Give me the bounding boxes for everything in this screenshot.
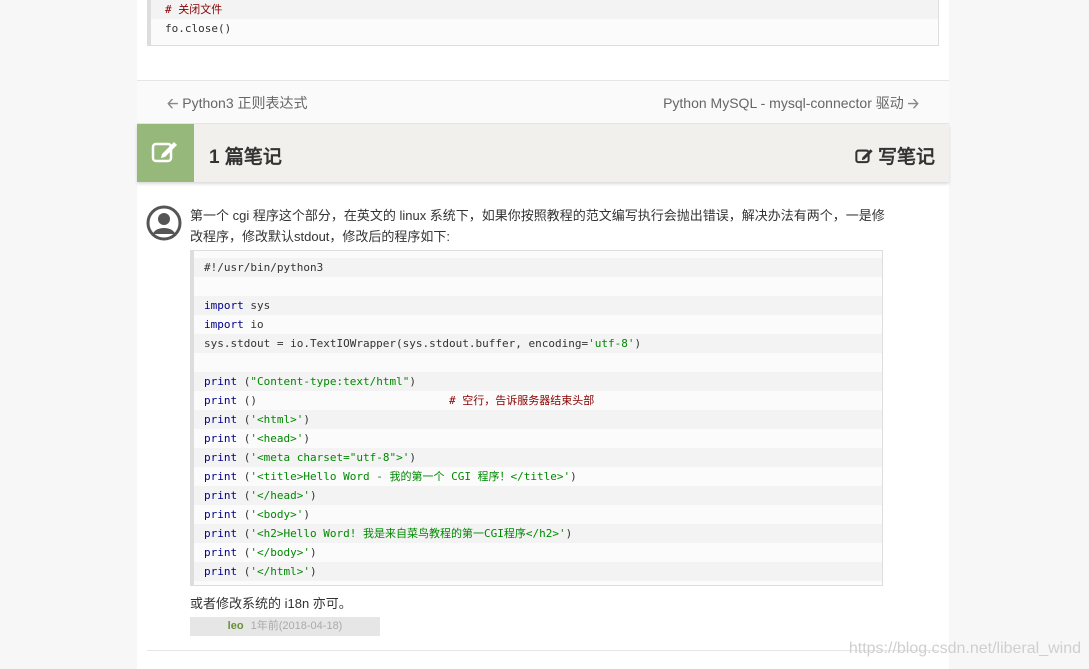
top-code-block: # 关闭文件 fo.close() (147, 0, 939, 46)
code-token: ( (237, 375, 251, 388)
code-token: sys (243, 299, 271, 312)
code-token: '<title>Hello Word - 我的第一个 CGI 程序！</titl… (250, 470, 571, 483)
code-token: print (204, 489, 238, 502)
code-token: ) (570, 470, 577, 483)
code-token: ( (237, 451, 251, 464)
code-token: '</head>' (250, 489, 310, 502)
code-token: ) (565, 527, 573, 540)
prev-article-link[interactable]: 🡠 Python3 正则表达式 (167, 93, 308, 117)
note-time-ago: 1年前 (250, 620, 279, 632)
notes-icon-box (137, 124, 194, 182)
code-line: print () # 空行，告诉服务器结束头部 (194, 391, 882, 410)
code-line: import sys (194, 296, 882, 315)
code-token: print (204, 546, 238, 559)
next-article-link[interactable]: Python MySQL - mysql-connector 驱动 🡢 (663, 93, 919, 117)
note-after-text: 或者修改系统的 i18n 亦可。 (190, 596, 352, 611)
code-line: print ('<meta charset="utf-8">') (194, 448, 882, 467)
code-token: print (204, 470, 238, 483)
code-token: ) (303, 413, 310, 426)
code-token: ) (309, 546, 317, 559)
code-token: ( (237, 508, 251, 521)
note-author-bar: leo 1年前(2018-04-18) (190, 617, 380, 636)
arrow-right-icon: 🡢 (907, 95, 919, 111)
notes-count: 1 篇笔记 (209, 147, 282, 168)
code-token: ( (237, 527, 251, 540)
code-token: '<html>' (250, 413, 304, 426)
article-nav: 🡠 Python3 正则表达式 Python MySQL - mysql-con… (137, 80, 949, 124)
note-code-block: #!/usr/bin/python3 import sys import io sy… (190, 250, 883, 586)
user-avatar-icon (146, 205, 182, 241)
code-token: ) (309, 565, 317, 578)
prev-article-label: Python3 正则表达式 (182, 95, 308, 111)
divider (147, 650, 937, 651)
code-token: print (204, 394, 238, 407)
code-line: # 关闭文件 (151, 0, 938, 19)
code-token: sys.stdout = io.TextIOWrapper(sys.stdout… (204, 337, 589, 350)
write-note-button[interactable]: 写笔记 (855, 142, 935, 169)
code-token: print (204, 413, 238, 426)
code-token: io (243, 318, 264, 331)
code-line: print ('<body>') (194, 505, 882, 524)
code-line: print ("Content-type:text/html") (194, 372, 882, 391)
code-line: print ('</html>') (194, 562, 882, 581)
edit-icon (855, 149, 873, 164)
code-token: ( (237, 565, 251, 578)
code-token: '<h2>Hello Word! 我是来自菜鸟教程的第一CGI程序</h2>' (250, 527, 566, 540)
code-line: #!/usr/bin/python3 (194, 258, 882, 277)
code-line: print ('</body>') (194, 543, 882, 562)
code-token: "Content-type:text/html" (250, 375, 410, 388)
code-token: '<head>' (250, 432, 304, 445)
notes-header: 1 篇笔记 写笔记 (137, 124, 949, 182)
code-token: () (237, 394, 450, 407)
write-note-label: 写笔记 (877, 147, 935, 168)
edit-icon (151, 142, 177, 163)
arrow-left-icon: 🡠 (167, 95, 179, 111)
code-line: print ('<title>Hello Word - 我的第一个 CGI 程序… (194, 467, 882, 486)
code-token: ( (237, 489, 251, 502)
code-token: '<body>' (250, 508, 304, 521)
code-token: # 空行，告诉服务器结束头部 (449, 394, 595, 407)
code-token: import (204, 318, 244, 331)
code-token: ( (237, 470, 251, 483)
code-token: '</body>' (250, 546, 310, 559)
code-token: ( (237, 546, 251, 559)
note-text: 第一个 cgi 程序这个部分，在英文的 linux 系统下，如果你按照教程的范文… (190, 208, 885, 244)
code-token: import (204, 299, 244, 312)
next-article-label: Python MySQL - mysql-connector 驱动 (663, 95, 904, 111)
watermark: https://blog.csdn.net/liberal_wind (848, 640, 1081, 657)
code-token: print (204, 527, 238, 540)
code-line: import io (194, 315, 882, 334)
code-token: print (204, 375, 238, 388)
code-line: print ('</head>') (194, 486, 882, 505)
note-author-link[interactable]: leo (228, 620, 244, 632)
code-token: ( (237, 432, 251, 445)
code-token: print (204, 508, 238, 521)
code-token: ( (237, 413, 251, 426)
code-token: ) (303, 508, 310, 521)
code-token: '</html>' (250, 565, 310, 578)
code-token: '<meta charset="utf-8">' (250, 451, 410, 464)
code-token: ) (409, 375, 416, 388)
code-token: ) (409, 451, 416, 464)
code-token: print (204, 451, 238, 464)
code-token: print (204, 565, 238, 578)
code-line: print ('<h2>Hello Word! 我是来自菜鸟教程的第一CGI程序… (194, 524, 882, 543)
code-token: ) (634, 337, 642, 350)
code-line: fo.close() (165, 22, 232, 35)
code-token: #!/usr/bin/python3 (204, 261, 324, 274)
code-token: ) (303, 432, 310, 445)
code-line: print ('<head>') (194, 429, 882, 448)
code-token: print (204, 432, 238, 445)
code-line: print ('<html>') (194, 410, 882, 429)
code-token: ) (309, 489, 317, 502)
code-line: sys.stdout = io.TextIOWrapper(sys.stdout… (194, 334, 882, 353)
code-token: 'utf-8' (588, 337, 635, 350)
note-date: (2018-04-18) (278, 620, 343, 632)
